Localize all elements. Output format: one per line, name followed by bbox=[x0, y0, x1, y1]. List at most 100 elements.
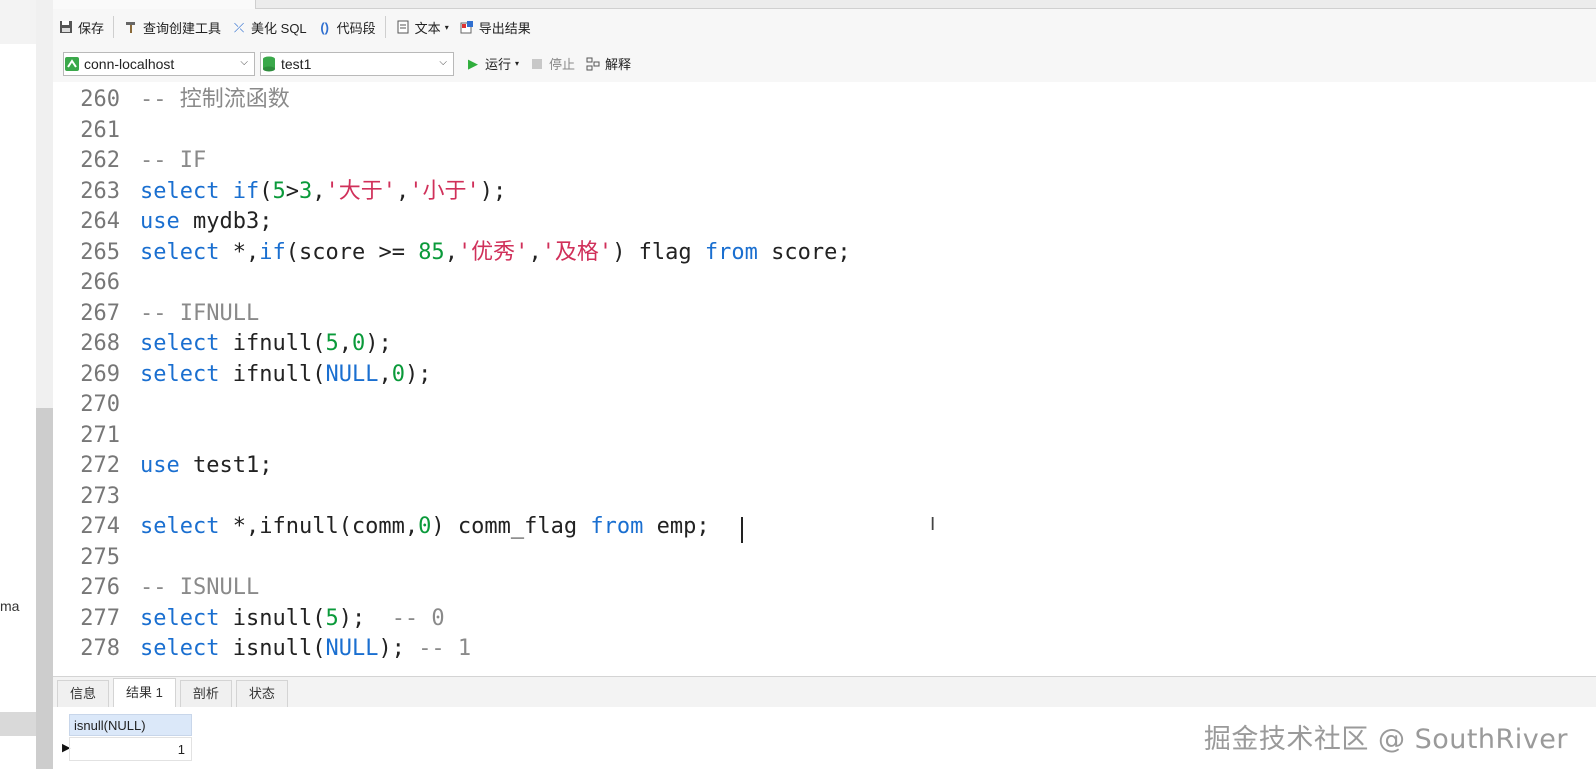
code-line[interactable]: 277 select isnull(5); -- 0 bbox=[53, 603, 1596, 634]
code-token: *,ifnull(comm, bbox=[219, 514, 419, 539]
code-line[interactable]: 267 -- IFNULL bbox=[53, 298, 1596, 329]
code-line[interactable]: 274 select *,ifnull(comm,0) comm_flag fro… bbox=[53, 511, 1596, 543]
code-text: select ifnull(5,0); bbox=[140, 328, 392, 359]
line-number: 263 bbox=[80, 178, 120, 204]
code-token: ifnull( bbox=[219, 331, 326, 356]
explain-icon bbox=[585, 56, 601, 72]
result-tab[interactable]: 剖析 bbox=[179, 680, 232, 707]
code-token: 85 bbox=[418, 239, 445, 265]
code-token: 5 bbox=[272, 178, 286, 204]
left-panel-partial-label[interactable]: ma bbox=[0, 598, 19, 614]
code-token: 5 bbox=[325, 331, 339, 356]
query-builder-button[interactable]: 查询创建工具 bbox=[118, 15, 226, 39]
beautify-sql-button[interactable]: ⤫ 美化 SQL bbox=[226, 15, 312, 39]
code-token: NULL bbox=[325, 636, 379, 661]
code-token: mydb3; bbox=[179, 209, 273, 234]
code-line[interactable]: 273 bbox=[53, 481, 1596, 512]
code-line[interactable]: 278 select isnull(NULL); -- 1 bbox=[53, 633, 1596, 664]
explain-label: 解释 bbox=[605, 57, 632, 72]
code-token: , bbox=[395, 178, 410, 204]
sql-editor[interactable]: 260 -- 控制流函数 261 262 -- IF 263 select if(5>3,'… bbox=[53, 82, 1596, 676]
code-line[interactable]: 268 select ifnull(5,0); bbox=[53, 328, 1596, 359]
query-builder-label: 查询创建工具 bbox=[143, 20, 222, 36]
run-label: 运行 bbox=[485, 57, 512, 72]
code-token: from bbox=[590, 514, 644, 539]
line-number: 267 bbox=[80, 300, 120, 326]
result-tabs: 信息 结果 1 剖析 状态 bbox=[53, 676, 1596, 708]
chevron-down-icon: ⌵ bbox=[240, 56, 248, 68]
result-tab[interactable]: 结果 1 bbox=[113, 678, 176, 707]
code-line[interactable]: 272 use test1; bbox=[53, 450, 1596, 481]
line-number: 268 bbox=[80, 331, 120, 356]
code-token: NULL bbox=[325, 361, 379, 387]
export-results-button[interactable]: 导出结果 bbox=[454, 15, 536, 39]
code-line[interactable]: 264 use mydb3; bbox=[53, 206, 1596, 237]
code-line[interactable]: 260 -- 控制流函数 bbox=[53, 84, 1596, 115]
code-line[interactable]: 262 -- IF bbox=[53, 145, 1596, 176]
active-editor-tab[interactable] bbox=[53, 0, 256, 9]
code-token: ); bbox=[378, 636, 419, 661]
text-button[interactable]: 文本 ▾ bbox=[390, 15, 454, 39]
code-line[interactable]: 269 select ifnull(NULL,0); bbox=[53, 359, 1596, 390]
code-text: select ifnull(NULL,0); bbox=[140, 359, 431, 390]
code-token: test1; bbox=[179, 453, 273, 478]
chevron-down-icon: ▾ bbox=[515, 59, 520, 68]
code-text: -- IF bbox=[140, 145, 206, 176]
code-token: -- IF bbox=[140, 148, 207, 173]
code-token: ); bbox=[365, 331, 392, 356]
text-label: 文本 bbox=[414, 20, 441, 36]
left-panel: ma bbox=[0, 0, 37, 769]
code-line[interactable]: 261 bbox=[53, 115, 1596, 146]
run-button[interactable]: ▶ 运行 ▾ bbox=[460, 52, 524, 76]
mouse-ibeam-cursor-icon: I bbox=[930, 514, 936, 535]
editor-tab-strip bbox=[53, 0, 1596, 9]
watermark: 掘金技术社区 @ SouthRiver bbox=[1203, 724, 1568, 755]
code-snippet-button[interactable]: () 代码段 bbox=[312, 15, 381, 39]
result-tab[interactable]: 状态 bbox=[235, 680, 288, 707]
code-token: , bbox=[338, 331, 352, 356]
code-token: ); bbox=[479, 178, 507, 204]
line-number: 275 bbox=[80, 544, 120, 570]
code-token: , bbox=[528, 239, 542, 265]
save-icon bbox=[58, 19, 74, 35]
database-select[interactable]: test1 ⌵ bbox=[260, 51, 454, 76]
code-token: -- 0 bbox=[391, 605, 445, 631]
code-text: select isnull(5); -- 0 bbox=[140, 603, 445, 634]
code-line[interactable]: 265 select *,if(score >= 85,'优秀','及格') fl… bbox=[53, 237, 1596, 268]
code-token: 3 bbox=[298, 178, 313, 204]
code-token: , bbox=[444, 239, 458, 265]
beautify-sql-label: 美化 SQL bbox=[251, 20, 307, 36]
code-token: score; bbox=[757, 239, 851, 265]
code-line[interactable]: 266 bbox=[53, 267, 1596, 298]
explain-button[interactable]: 解释 bbox=[580, 52, 636, 76]
line-number: 272 bbox=[80, 453, 120, 478]
code-line[interactable]: 263 select if(5>3,'大于','小于'); bbox=[53, 176, 1596, 207]
code-line[interactable]: 276 -- ISNULL bbox=[53, 572, 1596, 603]
code-token: *, bbox=[219, 239, 260, 265]
left-scrollbar-thumb[interactable] bbox=[36, 408, 53, 769]
connection-select[interactable]: conn-localhost ⌵ bbox=[63, 51, 255, 76]
result-tab[interactable]: 信息 bbox=[57, 680, 110, 707]
toolbar-divider bbox=[113, 16, 115, 38]
stop-button[interactable]: 停止 bbox=[524, 52, 580, 76]
code-line[interactable]: 275 bbox=[53, 542, 1596, 573]
code-text: -- ISNULL bbox=[140, 572, 259, 603]
result-cell[interactable]: 1 bbox=[69, 737, 192, 761]
connection-icon bbox=[64, 56, 80, 72]
line-number: 278 bbox=[80, 636, 120, 661]
code-token: select bbox=[140, 605, 220, 631]
save-label: 保存 bbox=[78, 20, 105, 36]
code-text: select if(5>3,'大于','小于'); bbox=[140, 176, 506, 207]
code-token: if bbox=[259, 239, 286, 265]
code-token: ); bbox=[404, 361, 432, 387]
database-icon bbox=[261, 56, 277, 72]
left-panel-selected-item[interactable] bbox=[0, 712, 36, 736]
line-number: 266 bbox=[80, 270, 120, 295]
code-token: use bbox=[140, 453, 180, 478]
save-button[interactable]: 保存 bbox=[53, 15, 109, 39]
code-line[interactable]: 270 bbox=[53, 389, 1596, 420]
code-token: ( bbox=[259, 178, 273, 204]
code-line[interactable]: 271 bbox=[53, 420, 1596, 451]
column-header[interactable]: isnull(NULL) bbox=[69, 714, 192, 736]
code-token: select bbox=[140, 514, 220, 539]
